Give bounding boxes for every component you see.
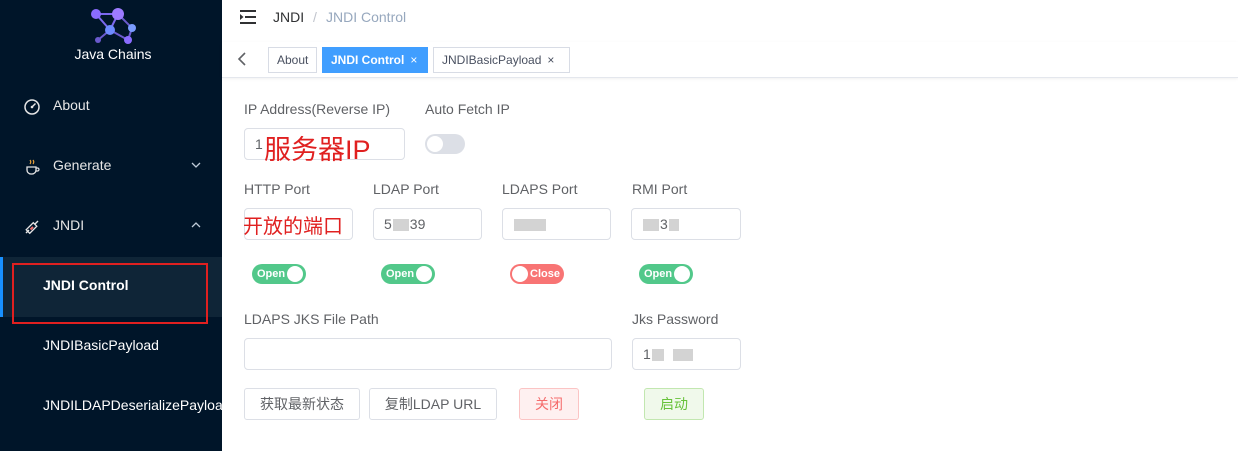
tag-label: About (277, 53, 309, 67)
sidebar-subitem-label: JNDIBasicPayload (43, 337, 159, 353)
ldaps-jks-path-input[interactable] (244, 338, 612, 370)
syringe-icon (25, 220, 39, 235)
http-port-label: HTTP Port (244, 181, 310, 197)
sidebar-item-about[interactable]: About (0, 77, 222, 137)
ldaps-port-label: LDAPS Port (502, 181, 578, 197)
ldaps-jks-path-label: LDAPS JKS File Path (244, 311, 379, 327)
network-logo-icon (91, 8, 136, 44)
sidebar-item-generate[interactable]: Generate (0, 137, 222, 197)
menu-fold-icon[interactable] (240, 10, 256, 24)
ldaps-port-switch[interactable]: Close (510, 264, 564, 284)
switch-knob (512, 266, 528, 282)
breadcrumb-parent[interactable]: JNDI (273, 9, 304, 25)
sidebar-item-jndi[interactable]: JNDI (0, 197, 222, 257)
redacted-mark (643, 219, 659, 232)
tag-label: JNDIBasicPayload (442, 53, 542, 67)
switch-knob (416, 266, 432, 282)
breadcrumb-separator: / (313, 9, 317, 25)
ldap-port-value-end: 39 (409, 216, 426, 232)
chevron-left-icon[interactable] (236, 51, 248, 67)
ldap-port-switch[interactable]: Open (381, 264, 435, 284)
rmi-port-input[interactable]: 3 (631, 208, 741, 240)
switch-text: Open (644, 268, 673, 280)
breadcrumb-current: JNDI Control (326, 9, 407, 25)
auto-fetch-ip-switch[interactable] (425, 134, 465, 154)
ip-address-label: IP Address(Reverse IP) (244, 101, 391, 117)
refresh-status-button[interactable]: 获取最新状态 (244, 388, 360, 420)
chevron-down-icon (191, 162, 201, 168)
start-button[interactable]: 启动 (644, 388, 704, 420)
switch-knob (287, 266, 303, 282)
active-indicator (0, 257, 3, 317)
rmi-port-label: RMI Port (632, 181, 688, 197)
tag-jndi-control[interactable]: JNDI Control × (322, 47, 428, 73)
jks-password-label: Jks Password (632, 311, 719, 327)
jks-password-input[interactable]: 1 (632, 338, 741, 370)
open-port-annotation: 开放的端口 (243, 216, 343, 238)
redacted-mark (651, 349, 664, 362)
ldap-port-label: LDAP Port (373, 181, 439, 197)
ldap-port-value-start: 5 (384, 216, 392, 232)
ip-address-value: 1 (255, 136, 263, 152)
java-cup-icon (26, 159, 40, 175)
close-icon[interactable]: × (410, 48, 417, 72)
redacted-mark (514, 219, 546, 232)
logo: Java Chains (0, 0, 222, 78)
auto-fetch-ip-label: Auto Fetch IP (425, 101, 510, 117)
tag-label: JNDI Control (331, 53, 405, 67)
http-port-switch[interactable]: Open (252, 264, 306, 284)
sidebar: Java Chains About Generate JNDI JNDI Con… (0, 0, 222, 451)
close-icon[interactable]: × (547, 48, 554, 72)
switch-text: Open (257, 268, 286, 280)
highlight-annotation-box (12, 263, 208, 324)
tag-about[interactable]: About (268, 47, 317, 73)
sidebar-subitem-label: JNDILDAPDeserializePayload (43, 397, 222, 413)
tag-jndibasicpayload[interactable]: JNDIBasicPayload × (433, 47, 570, 73)
gauge-icon (24, 99, 40, 115)
switch-knob (427, 136, 443, 152)
switch-knob (674, 266, 690, 282)
switch-text: Open (386, 268, 415, 280)
switch-text: Close (530, 268, 560, 280)
chevron-up-icon (191, 222, 201, 228)
redacted-mark (392, 219, 409, 232)
ldap-port-input[interactable]: 5 39 (373, 208, 482, 240)
redacted-mark (672, 349, 693, 362)
jks-password-value-start: 1 (643, 346, 651, 362)
sidebar-item-label: JNDI (53, 217, 85, 233)
rmi-port-value-end: 3 (660, 216, 668, 232)
sidebar-subitem-jndildapdeserializepayload[interactable]: JNDILDAPDeserializePayload (0, 377, 222, 437)
copy-ldap-url-button[interactable]: 复制LDAP URL (369, 388, 497, 420)
sidebar-item-label: Generate (53, 157, 112, 173)
sidebar-item-label: About (53, 97, 90, 113)
redacted-mark (668, 219, 679, 232)
ldaps-port-input[interactable] (502, 208, 611, 240)
stop-button[interactable]: 关闭 (519, 388, 579, 420)
app-title: Java Chains (74, 46, 152, 62)
rmi-port-switch[interactable]: Open (639, 264, 693, 284)
server-ip-annotation: 服务器IP (264, 135, 371, 165)
sidebar-subitem-jndibasicpayload[interactable]: JNDIBasicPayload (0, 317, 222, 377)
